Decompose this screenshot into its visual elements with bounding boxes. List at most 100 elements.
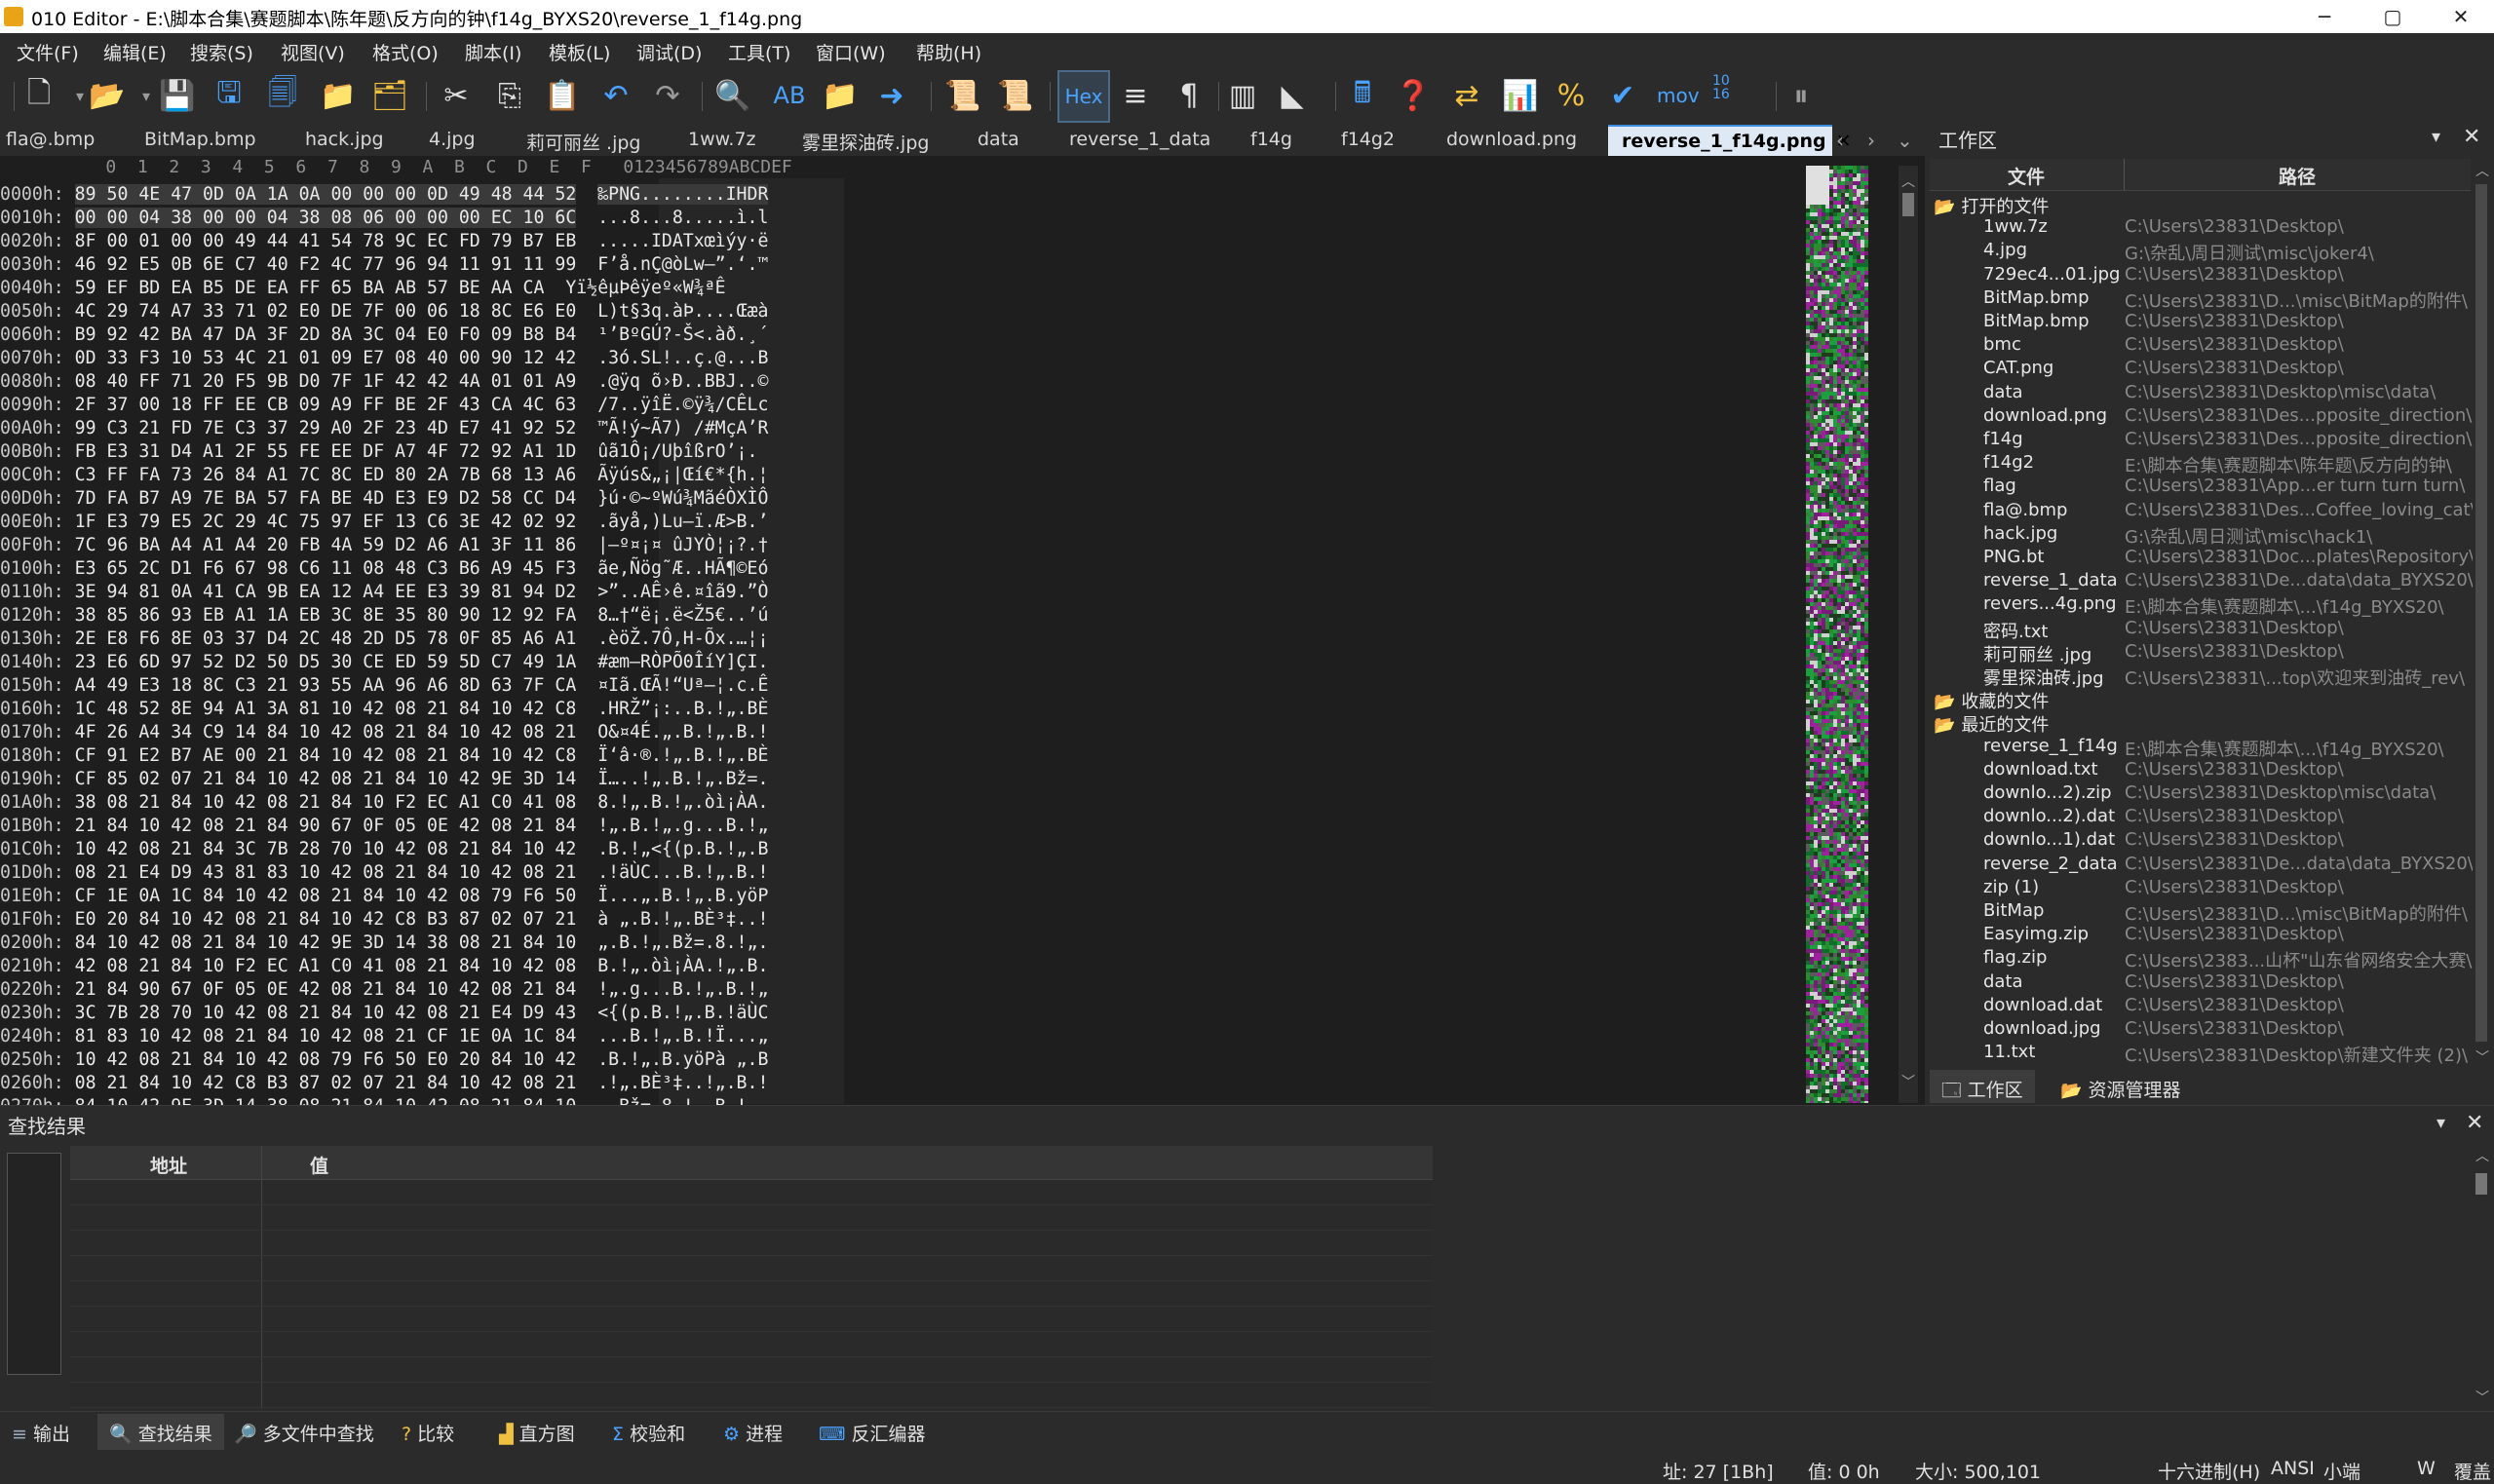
hex-row[interactable]: 01E0h: CF 1E 0A 1C 84 10 42 08 21 84 10 … <box>0 885 768 908</box>
find-scrollbar[interactable]: ︿ ﹀ <box>2473 1146 2490 1409</box>
open-project-icon[interactable]: 🗂 <box>370 76 409 115</box>
hex-row-ascii[interactable]: Ãÿús&„¡|Œí€*{h.¦ <box>597 465 768 485</box>
menu-tools[interactable]: 工具(T) <box>728 39 790 65</box>
hex-row-ascii[interactable]: Yï½êµÞêÿeº«W¾ªÊ <box>565 278 725 298</box>
hex-row[interactable]: 0160h: 1C 48 52 8E 94 A1 3A 81 10 42 08 … <box>0 698 768 721</box>
hex-row[interactable]: 0020h: 8F 00 01 00 00 49 44 41 54 78 9C … <box>0 230 768 253</box>
col-address[interactable]: 地址 <box>150 1152 187 1178</box>
columns-icon[interactable]: ▥ <box>1223 76 1262 115</box>
hex-row[interactable]: 0230h: 3C 7B 28 70 10 42 08 21 84 10 42 … <box>0 1002 768 1025</box>
hex-row-ascii[interactable]: .!äÙC...B.!„.B.! <box>597 862 768 883</box>
cut-icon[interactable]: ✂ <box>437 76 476 115</box>
status-mode[interactable]: 十六进制(H) <box>2158 1458 2260 1484</box>
hex-row-bytes[interactable]: 38 85 86 93 EB A1 1A EB 3C 8E 35 80 90 1… <box>75 605 577 626</box>
hex-row-ascii[interactable]: „.B.!„.Bž=.8.!„. <box>597 932 768 953</box>
hex-row-bytes[interactable]: FB E3 31 D4 A1 2F 55 FE EE DF A7 4F 72 9… <box>75 441 577 462</box>
maximize-button[interactable]: ▢ <box>2363 2 2422 31</box>
redo-icon[interactable]: ↷ <box>648 76 687 115</box>
find-result-row[interactable] <box>70 1232 1433 1256</box>
hex-row-bytes[interactable]: E0 20 84 10 42 08 21 84 10 42 C8 B3 87 0… <box>75 909 577 930</box>
hex-row[interactable]: 0130h: 2E E8 F6 8E 03 37 D4 2C 48 2D D5 … <box>0 628 768 651</box>
hex-row-bytes[interactable]: 99 C3 21 FD 7E C3 37 29 A0 2F 23 4D E7 4… <box>75 418 577 438</box>
menu-view[interactable]: 视图(V) <box>281 39 345 65</box>
find-result-row[interactable] <box>70 1181 1433 1205</box>
hex-row-ascii[interactable]: à „.B.!„.BÈ³‡..! <box>597 909 768 930</box>
hex-row-bytes[interactable]: 1F E3 79 E5 2C 29 4C 75 97 EF 13 C6 3E 4… <box>75 512 577 532</box>
paste-icon[interactable]: 📋 <box>543 76 582 115</box>
text-mode-icon[interactable]: ≡ <box>1116 76 1155 115</box>
tab-prev-icon[interactable]: ‹ <box>1836 129 1844 152</box>
hex-row[interactable]: 01F0h: E0 20 84 10 42 08 21 84 10 42 C8 … <box>0 908 768 932</box>
panel-menu-icon[interactable]: ▾ <box>2436 1113 2445 1133</box>
hex-row-ascii[interactable]: ûã1Ô¡/UþîßrO’¡. <box>597 441 757 462</box>
hex-row[interactable]: 0250h: 10 42 08 21 84 10 42 08 79 F6 50 … <box>0 1048 768 1072</box>
tab-bitmap-bmp[interactable]: BitMap.bmp <box>144 129 256 150</box>
find-result-row[interactable] <box>70 1282 1433 1307</box>
hex-row-ascii[interactable]: .B.!„.B.yöPà „.B <box>597 1049 768 1070</box>
hex-row[interactable]: 00A0h: 99 C3 21 FD 7E C3 37 29 A0 2F 23 … <box>0 417 768 440</box>
paragraph-icon[interactable]: ¶ <box>1170 76 1209 115</box>
hex-row-ascii[interactable]: >”..AÊ›ê.¤îã9.”Ò <box>597 582 768 602</box>
hex-row[interactable]: 0220h: 21 84 90 67 0F 05 0E 42 08 21 84 … <box>0 978 768 1002</box>
hex-row[interactable]: 0090h: 2F 37 00 18 FF EE CB 09 A9 FF BE … <box>0 394 768 417</box>
hex-row-ascii[interactable]: ™Ã!ý~Ã7) /#MçA’R <box>597 418 768 438</box>
tab-reverse-1-f14g-png[interactable]: reverse_1_f14g.png ✕ <box>1608 125 1852 156</box>
hex-row-bytes[interactable]: 23 E6 6D 97 52 D2 50 D5 30 CE ED 59 5D C… <box>75 652 577 672</box>
hex-row[interactable]: 00B0h: FB E3 31 D4 A1 2F 55 FE EE DF A7 … <box>0 440 757 464</box>
hex-row-bytes[interactable]: 08 40 FF 71 20 F5 9B D0 7F 1F 42 42 4A 0… <box>75 371 577 392</box>
hex-row-ascii[interactable]: #æm—RÒPÕ0ÎíY]ÇI. <box>597 652 768 672</box>
hex-row-ascii[interactable]: /7..ÿîË.©ÿ¾/CÊLc <box>597 395 768 415</box>
hex-row[interactable]: 01D0h: 08 21 E4 D9 43 81 83 10 42 08 21 … <box>0 861 768 885</box>
tab-process[interactable]: ⚙ 进程 <box>723 1420 783 1446</box>
tab-wuli-jpg[interactable]: 雾里探油砖.jpg <box>802 129 929 155</box>
tab-compare[interactable]: ? 比较 <box>402 1420 454 1446</box>
hex-row-bytes[interactable]: 1C 48 52 8E 94 A1 3A 81 10 42 08 21 84 1… <box>75 699 577 719</box>
column-divider[interactable] <box>2124 159 2125 190</box>
hex-row-ascii[interactable]: ‰PNG........IHDR <box>597 184 769 205</box>
hex-row[interactable]: 00C0h: C3 FF FA 73 26 84 A1 7C 8C ED 80 … <box>0 464 768 487</box>
scroll-thumb[interactable] <box>2475 184 2487 1042</box>
hex-row-bytes[interactable]: 00 00 04 38 00 00 04 38 08 06 00 00 00 E… <box>74 208 577 228</box>
hex-row[interactable]: 0080h: 08 40 FF 71 20 F5 9B D0 7F 1F 42 … <box>0 370 768 394</box>
recent-files-folder[interactable]: 📂 最近的文件 <box>1934 711 2049 736</box>
hex-row-ascii[interactable]: ¤Iã.ŒÃ!“Uª–¦.c.Ê <box>597 675 768 696</box>
hex-row-bytes[interactable]: 8F 00 01 00 00 49 44 41 54 78 9C EC FD 7… <box>75 231 577 251</box>
find-result-row[interactable] <box>70 1308 1433 1332</box>
scroll-up-icon[interactable]: ︿ <box>2475 161 2489 180</box>
hex-row-bytes[interactable]: 08 21 E4 D9 43 81 83 10 42 08 21 84 10 4… <box>75 862 577 883</box>
save-all-icon[interactable]: 🗐 <box>263 76 302 115</box>
highlight-icon[interactable]: ◣ <box>1273 76 1312 115</box>
hex-row-bytes[interactable]: 4F 26 A4 34 C9 14 84 10 42 08 21 84 10 4… <box>75 722 577 742</box>
run-script-icon[interactable]: 📜 <box>943 76 982 115</box>
file-overview-bitmap[interactable] <box>1806 166 1868 1103</box>
tab-disassembler[interactable]: ⌨ 反汇编器 <box>819 1420 926 1446</box>
col-value[interactable]: 值 <box>310 1152 328 1178</box>
hex-row[interactable]: 01A0h: 38 08 21 84 10 42 08 21 84 10 F2 … <box>0 791 768 815</box>
hex-row[interactable]: 0170h: 4F 26 A4 34 C9 14 84 10 42 08 21 … <box>0 721 768 744</box>
hex-row-bytes[interactable]: 3C 7B 28 70 10 42 08 21 84 10 42 08 21 E… <box>75 1003 577 1023</box>
hex-row-ascii[interactable]: .HRŽ”¡:..B.!„.BÈ <box>597 699 768 719</box>
calculator-icon[interactable]: 🖩 <box>1343 76 1382 115</box>
hex-row-ascii[interactable]: .ãyå,)Lu—ï.Æ>B.’ <box>597 512 768 532</box>
hex-row[interactable]: 0200h: 84 10 42 08 21 84 10 42 9E 3D 14 … <box>0 932 768 955</box>
find-result-row[interactable] <box>70 1358 1433 1383</box>
hex-row-bytes[interactable]: CF 91 E2 B7 AE 00 21 84 10 42 08 21 84 1… <box>75 745 577 766</box>
hex-row-ascii[interactable]: ...8...8.....ì.l <box>597 208 768 228</box>
hex-row-bytes[interactable]: 7D FA B7 A9 7E BA 57 FA BE 4D E3 E9 D2 5… <box>75 488 577 509</box>
open-files-folder[interactable]: 📂 打开的文件 <box>1934 193 2049 217</box>
hex-row-ascii[interactable]: L)t§3q.àÞ....Œæà <box>597 301 768 322</box>
hex-mode-button[interactable]: Hex <box>1057 70 1110 123</box>
hex-row-bytes[interactable]: 21 84 90 67 0F 05 0E 42 08 21 84 10 42 0… <box>75 979 577 1000</box>
compare-icon[interactable]: ⇄ <box>1447 76 1486 115</box>
hex-row-ascii[interactable]: ...B.!„.B.!Ï...„ <box>597 1026 768 1046</box>
pause-icon[interactable]: ⏸ <box>1782 76 1821 115</box>
hex-row-ascii[interactable]: Ï…..!„.B.!„.Bž=. <box>597 769 768 789</box>
hex-row-bytes[interactable]: 7C 96 BA A4 A1 A4 20 FB 4A 59 D2 A6 A1 3… <box>75 535 577 555</box>
hex-row-bytes[interactable]: B9 92 42 BA 47 DA 3F 2D 8A 3C 04 E0 F0 0… <box>75 324 577 345</box>
hex-row[interactable]: 01C0h: 10 42 08 21 84 3C 7B 28 70 10 42 … <box>0 838 768 861</box>
tab-explorer[interactable]: 📂 资源管理器 <box>2049 1070 2192 1103</box>
hex-row[interactable]: 0010h: 00 00 04 38 00 00 04 38 08 06 00 … <box>0 207 768 230</box>
hex-row-bytes[interactable]: 38 08 21 84 10 42 08 21 84 10 F2 EC A1 C… <box>75 792 577 813</box>
hex-row-bytes[interactable]: 10 42 08 21 84 3C 7B 28 70 10 42 08 21 8… <box>75 839 577 859</box>
scroll-up-icon[interactable]: ︿ <box>2475 1146 2489 1165</box>
